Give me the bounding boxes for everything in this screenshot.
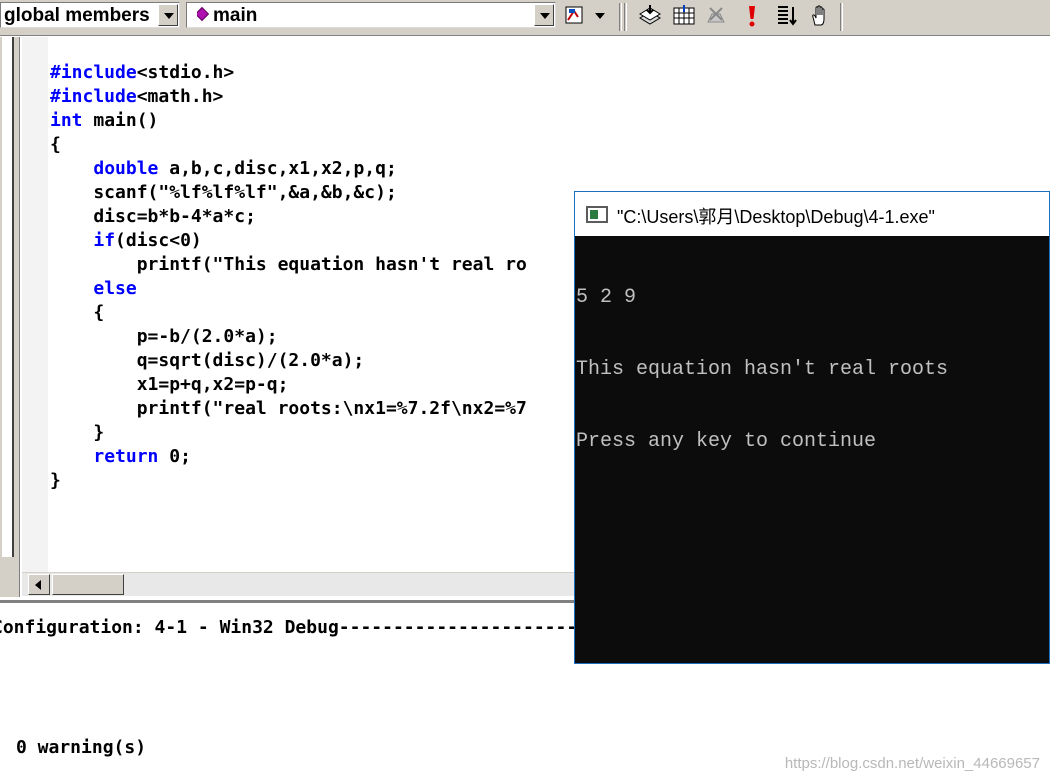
- function-combo[interactable]: main: [186, 2, 556, 28]
- go-icon[interactable]: [772, 2, 800, 30]
- code-line[interactable]: disc=b*b-4*a*c;: [50, 205, 527, 229]
- console-output: 5 2 9 This equation hasn't real roots Pr…: [576, 238, 948, 502]
- output-warning-line: 0 warning(s): [16, 737, 147, 758]
- chevron-down-icon[interactable]: [158, 4, 178, 26]
- code-line[interactable]: p=-b/(2.0*a);: [50, 325, 527, 349]
- console-line: 5 2 9: [576, 286, 637, 309]
- console-icon: [586, 206, 608, 223]
- chevron-down-icon[interactable]: [590, 2, 610, 30]
- selection-margin[interactable]: [22, 37, 48, 577]
- code-line[interactable]: {: [50, 301, 527, 325]
- scroll-left-icon[interactable]: [28, 574, 50, 595]
- toolbar-separator: [624, 3, 627, 31]
- code-line[interactable]: else: [50, 277, 527, 301]
- code-line[interactable]: }: [50, 469, 527, 493]
- function-value: main: [213, 5, 258, 26]
- code-line[interactable]: {: [50, 133, 527, 157]
- class-members-combo[interactable]: global members: [0, 2, 180, 28]
- wizard-bar-icon[interactable]: [562, 2, 590, 30]
- insert-breakpoint-icon[interactable]: [806, 2, 834, 30]
- execute-icon[interactable]: [738, 2, 766, 30]
- horizontal-scrollbar[interactable]: [22, 572, 582, 596]
- code-line[interactable]: if(disc<0): [50, 229, 527, 253]
- console-line: This equation hasn't real roots: [576, 358, 949, 381]
- code-line[interactable]: #include<math.h>: [50, 85, 527, 109]
- code-line[interactable]: printf("real roots:\nx1=%7.2f\nx2=%7: [50, 397, 527, 421]
- watermark: https://blog.csdn.net/weixin_44669657: [784, 755, 1040, 772]
- console-window[interactable]: "C:\Users\郭月\Desktop\Debug\4-1.exe" 5 2 …: [574, 191, 1050, 664]
- chevron-down-icon[interactable]: [534, 4, 554, 26]
- code-line[interactable]: double a,b,c,disc,x1,x2,p,q;: [50, 157, 527, 181]
- code-line[interactable]: #include<stdio.h>: [50, 61, 527, 85]
- console-titlebar[interactable]: "C:\Users\郭月\Desktop\Debug\4-1.exe": [575, 192, 1049, 236]
- stop-build-icon[interactable]: [702, 2, 730, 30]
- source-code[interactable]: #include<stdio.h> #include<math.h> int mai…: [50, 61, 527, 493]
- output-config-line: Configuration: 4-1 - Win32 Debug--------…: [0, 617, 654, 638]
- code-line[interactable]: printf("This equation hasn't real ro: [50, 253, 527, 277]
- code-line[interactable]: int main(): [50, 109, 527, 133]
- code-line[interactable]: }: [50, 421, 527, 445]
- toolbar-separator: [619, 3, 622, 31]
- compile-icon[interactable]: [636, 2, 664, 30]
- console-line: Press any key to continue: [576, 430, 877, 453]
- code-line[interactable]: return 0;: [50, 445, 527, 469]
- function-icon: [197, 6, 210, 22]
- toolbar-separator: [840, 3, 843, 31]
- code-line[interactable]: scanf("%lf%lf%lf",&a,&b,&c);: [50, 181, 527, 205]
- code-line[interactable]: q=sqrt(disc)/(2.0*a);: [50, 349, 527, 373]
- class-members-value: global members: [4, 5, 150, 26]
- scrollbar-thumb[interactable]: [52, 574, 124, 595]
- toolbar: global members main: [0, 0, 1050, 36]
- workspace-pane-edge: [0, 37, 20, 597]
- console-title: "C:\Users\郭月\Desktop\Debug\4-1.exe": [617, 207, 935, 227]
- code-line[interactable]: x1=p+q,x2=p-q;: [50, 373, 527, 397]
- build-icon[interactable]: [670, 2, 698, 30]
